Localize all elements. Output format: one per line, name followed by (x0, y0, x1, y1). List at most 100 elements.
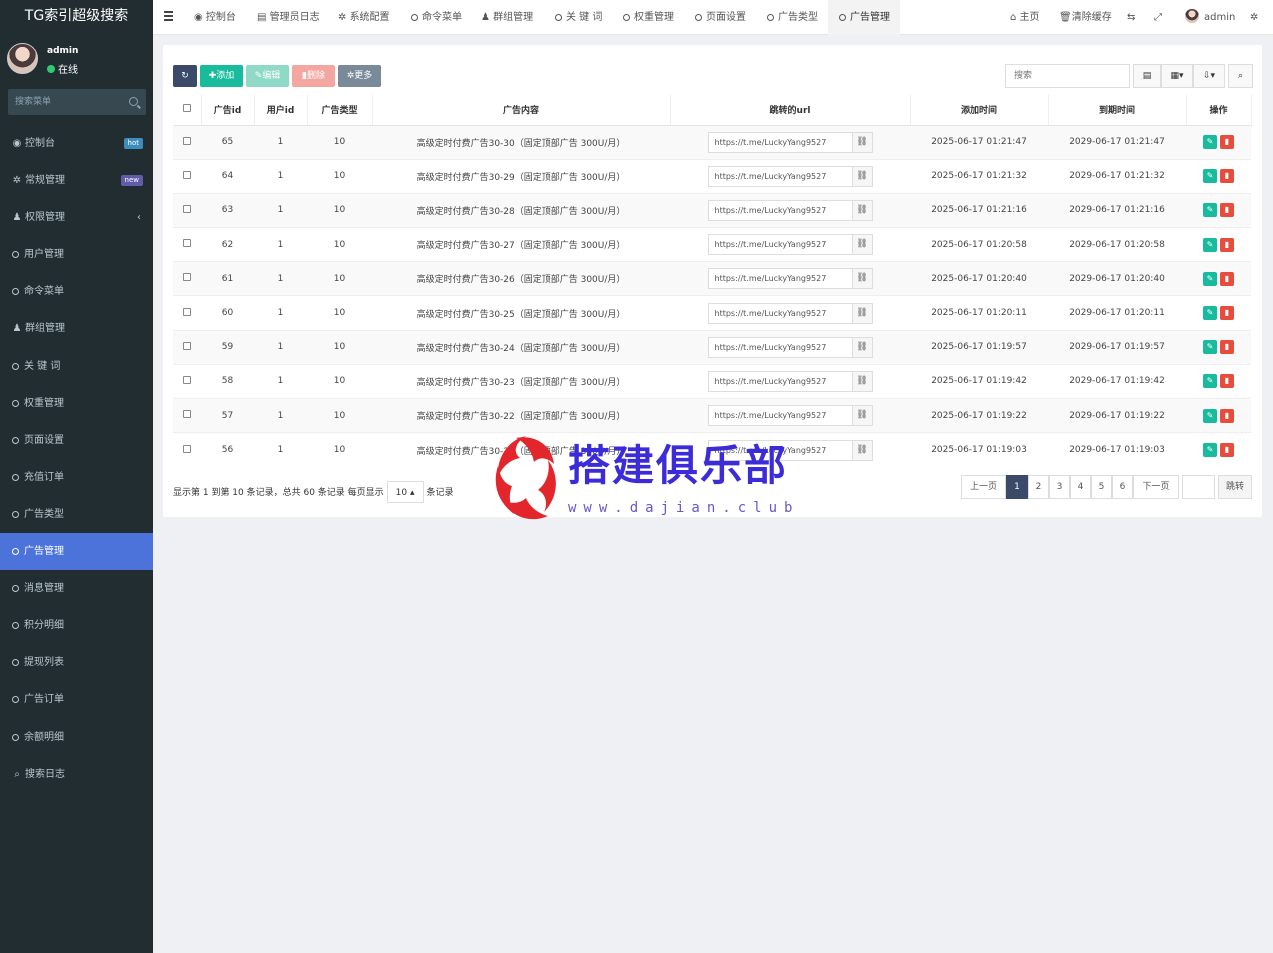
sidebar-item-keywords[interactable]: 关 键 词 (0, 348, 153, 385)
edit-row-button[interactable]: ✎ (1203, 135, 1217, 150)
page-size-dropdown[interactable]: 10 ▴ (386, 481, 424, 503)
row-checkbox[interactable] (183, 307, 191, 316)
table-row[interactable]: 63110高级定时付费广告30-28（固定顶部广告 300U/月） ⛓ 2025-0… (173, 192, 1251, 228)
sidebar-item-users[interactable]: 用户管理 (0, 236, 153, 273)
sidebar-item-groups[interactable]: ♟ 群组管理 (0, 310, 153, 347)
edit-row-button[interactable]: ✎ (1203, 306, 1217, 321)
jump-page-input[interactable] (1182, 475, 1215, 499)
page-4-button[interactable]: 4 (1070, 475, 1091, 499)
export-dropdown[interactable]: ⇩▾ (1193, 64, 1225, 88)
link-icon[interactable]: ⛓ (851, 302, 873, 324)
table-row[interactable]: 61110高级定时付费广告30-26（固定顶部广告 300U/月） ⛓ 2025-0… (173, 261, 1251, 296)
edit-row-button[interactable]: ✎ (1203, 408, 1217, 423)
sidebar-item-general[interactable]: ✲ 常规管理 new (0, 162, 153, 199)
app-title[interactable]: TG索引超级搜索 (0, 0, 153, 35)
sidebar-item-withdrawals[interactable]: 提现列表 (0, 644, 153, 681)
delete-row-button[interactable]: ▮ (1220, 306, 1234, 321)
url-field[interactable] (707, 199, 853, 221)
page-6-button[interactable]: 6 (1112, 475, 1133, 499)
row-checkbox[interactable] (183, 410, 191, 419)
row-checkbox[interactable] (183, 375, 191, 384)
link-icon[interactable]: ⛓ (851, 405, 873, 427)
edit-row-button[interactable]: ✎ (1203, 169, 1217, 184)
link-icon[interactable]: ⛓ (851, 370, 873, 392)
page-2-button[interactable]: 2 (1028, 475, 1049, 499)
sidebar-item-balance[interactable]: 余额明细 (0, 719, 153, 756)
sidebar-item-points[interactable]: 积分明细 (0, 607, 153, 644)
add-button[interactable]: ✚添加 (200, 65, 243, 87)
col-ad-type[interactable]: 广告类型 (307, 95, 373, 126)
url-field[interactable] (707, 336, 853, 358)
col-expire-time[interactable]: 到期时间 (1048, 95, 1187, 126)
sidebar-item-ad-management[interactable]: 广告管理 (0, 533, 153, 571)
tab-groups[interactable]: ♟ 群组管理 (481, 0, 533, 35)
tab-keywords[interactable]: 关 键 词 (555, 0, 602, 35)
sidebar-item-recharge-orders[interactable]: 充值订单 (0, 459, 153, 496)
edit-row-button[interactable]: ✎ (1203, 340, 1217, 355)
url-field[interactable] (707, 302, 853, 324)
table-row[interactable]: 62110高级定时付费广告30-27（固定顶部广告 300U/月） ⛓ 2025-0… (173, 227, 1251, 262)
select-all-checkbox[interactable] (182, 104, 191, 113)
sidebar-item-commands[interactable]: 命令菜单 (0, 273, 153, 310)
menu-search-input[interactable] (8, 89, 118, 115)
link-icon[interactable]: ⛓ (851, 165, 873, 187)
jump-button[interactable]: 跳转 (1218, 475, 1252, 499)
next-page-button[interactable]: 下一页 (1133, 475, 1179, 499)
url-field[interactable] (707, 165, 853, 187)
delete-row-button[interactable]: ▮ (1220, 203, 1234, 218)
col-ad-id[interactable]: 广告id (201, 95, 255, 126)
tab-page-settings[interactable]: 页面设置 (695, 0, 746, 35)
sidebar-item-permission[interactable]: ♟ 权限管理 ‹ (0, 199, 153, 236)
row-checkbox[interactable] (183, 204, 191, 213)
clear-cache-button[interactable]: 🗑清除缓存 (1059, 0, 1112, 35)
toggle-view-icon[interactable]: ▤ (1133, 64, 1161, 88)
link-icon[interactable]: ⛓ (851, 131, 873, 153)
url-field[interactable] (707, 131, 853, 153)
table-row[interactable]: 58110高级定时付费广告30-23（固定顶部广告 300U/月） ⛓ 2025-0… (173, 363, 1251, 399)
sidebar-item-weights[interactable]: 权重管理 (0, 385, 153, 422)
url-field[interactable] (707, 370, 853, 392)
tab-weights[interactable]: 权重管理 (623, 0, 674, 35)
link-icon[interactable]: ⛓ (851, 439, 873, 461)
fullscreen-icon[interactable]: ⤢ (1154, 0, 1162, 35)
edit-row-button[interactable]: ✎ (1203, 443, 1217, 458)
edit-row-button[interactable]: ✎ (1203, 237, 1217, 252)
delete-row-button[interactable]: ▮ (1220, 443, 1234, 458)
settings-gear-icon[interactable]: ✲ (1250, 0, 1258, 35)
refresh-button[interactable]: ↻ (173, 65, 197, 87)
delete-row-button[interactable]: ▮ (1220, 237, 1234, 252)
sidebar-item-dashboard[interactable]: ◉ 控制台 hot (0, 125, 153, 162)
home-link[interactable]: ⌂ 主页 (1010, 0, 1040, 35)
link-icon[interactable]: ⛓ (851, 336, 873, 358)
table-row[interactable]: 60110高级定时付费广告30-25（固定顶部广告 300U/月） ⛓ 2025-0… (173, 295, 1251, 331)
edit-row-button[interactable]: ✎ (1203, 271, 1217, 286)
sidebar-item-messages[interactable]: 消息管理 (0, 570, 153, 607)
menu-toggle-icon[interactable] (164, 11, 173, 23)
delete-row-button[interactable]: ▮ (1220, 271, 1234, 286)
tab-ad-management[interactable]: 广告管理 (828, 0, 900, 35)
col-ad-content[interactable]: 广告内容 (372, 95, 671, 126)
delete-row-button[interactable]: ▮ (1220, 340, 1234, 355)
row-checkbox[interactable] (183, 444, 191, 453)
language-icon[interactable]: ⇆ (1127, 0, 1135, 35)
delete-row-button[interactable]: ▮ (1220, 374, 1234, 389)
prev-page-button[interactable]: 上一页 (961, 475, 1006, 499)
col-url[interactable]: 跳转的url (670, 95, 911, 126)
tab-system-config[interactable]: ✲ 系统配置 (338, 0, 390, 35)
sidebar-item-page-settings[interactable]: 页面设置 (0, 422, 153, 459)
delete-row-button[interactable]: ▮ (1220, 135, 1234, 150)
row-checkbox[interactable] (183, 170, 191, 179)
edit-row-button[interactable]: ✎ (1203, 374, 1217, 389)
delete-button[interactable]: ▮删除 (292, 65, 335, 87)
tab-admin-log[interactable]: ▤ 管理员日志 (257, 0, 320, 35)
link-icon[interactable]: ⛓ (851, 268, 873, 290)
columns-dropdown[interactable]: ▦▾ (1161, 64, 1193, 88)
tab-ad-types[interactable]: 广告类型 (767, 0, 818, 35)
edit-row-button[interactable]: ✎ (1203, 203, 1217, 218)
table-row[interactable]: 59110高级定时付费广告30-24（固定顶部广告 300U/月） ⛓ 2025-0… (173, 329, 1251, 365)
search-icon[interactable] (129, 97, 138, 106)
search-toggle-button[interactable]: ⌕ (1228, 64, 1253, 88)
url-field[interactable] (707, 405, 853, 427)
row-checkbox[interactable] (183, 239, 191, 248)
url-field[interactable] (707, 268, 853, 290)
